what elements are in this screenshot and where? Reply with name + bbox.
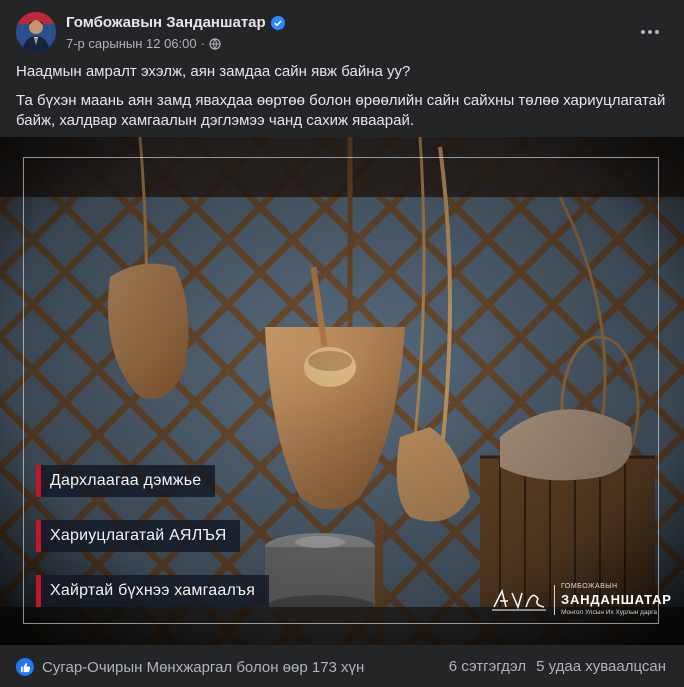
post-footer: Сугар-Очирын Мөнхжаргал болон өөр 173 хү… [0, 645, 684, 687]
brand-top-text: ГОМБОЖАВЫН [561, 583, 618, 590]
post-image[interactable]: Дархлаагаа дэмжье Хариуцлагатай АЯЛЪЯ Ха… [0, 137, 684, 645]
post-text-line: Наадмын амралт эхэлж, аян замдаа сайн яв… [16, 63, 411, 80]
comments-count[interactable]: 6 сэтгэгдэл [449, 658, 526, 675]
globe-icon [209, 37, 221, 50]
post-header: Гомбожавын Занданшатар 7-р сарынын 12 06… [0, 0, 684, 60]
like-icon [16, 658, 34, 676]
facebook-post: Гомбожавын Занданшатар 7-р сарынын 12 06… [0, 0, 684, 687]
author-name[interactable]: Гомбожавын Занданшатар [66, 14, 266, 31]
signature-icon [492, 588, 546, 611]
image-frame-border [23, 157, 659, 624]
post-text-line: Та бүхэн маань аян замд явахдаа өөртөө б… [16, 92, 666, 129]
brand-subtitle: Монгол Улсын Их Хурлын дарга [561, 609, 658, 616]
image-banner: Хариуцлагатай АЯЛЪЯ [36, 520, 241, 552]
post-text: Наадмын амралт эхэлж, аян замдаа сайн яв… [16, 62, 666, 140]
more-options-button[interactable] [632, 14, 668, 50]
banner-text: Дархлаагаа дэмжье [50, 472, 202, 489]
shares-count[interactable]: 5 удаа хуваалцсан [536, 658, 666, 675]
banner-text: Хариуцлагатай АЯЛЪЯ [50, 527, 227, 544]
reactions-text: Сугар-Очирын Мөнхжаргал болон өөр 173 хү… [42, 658, 365, 676]
author-avatar[interactable] [16, 12, 56, 52]
image-banner: Дархлаагаа дэмжье [36, 465, 216, 497]
brand-separator [554, 585, 555, 615]
more-horizontal-icon [641, 30, 659, 34]
brand-name: ЗАНДАНШАТАР [561, 592, 672, 607]
banner-text: Хайртай бүхнээ хамгаалъя [50, 582, 256, 599]
brand-logo: ГОМБОЖАВЫН ЗАНДАНШАТАР Монгол Улсын Их Х… [492, 583, 671, 619]
image-banner: Хайртай бүхнээ хамгаалъя [36, 575, 270, 607]
post-timestamp[interactable]: 7-р сарынын 12 06:00 [66, 36, 197, 51]
reactions-summary[interactable]: Сугар-Очирын Мөнхжаргал болон өөр 173 хү… [16, 658, 364, 676]
verified-badge-icon [270, 15, 285, 30]
